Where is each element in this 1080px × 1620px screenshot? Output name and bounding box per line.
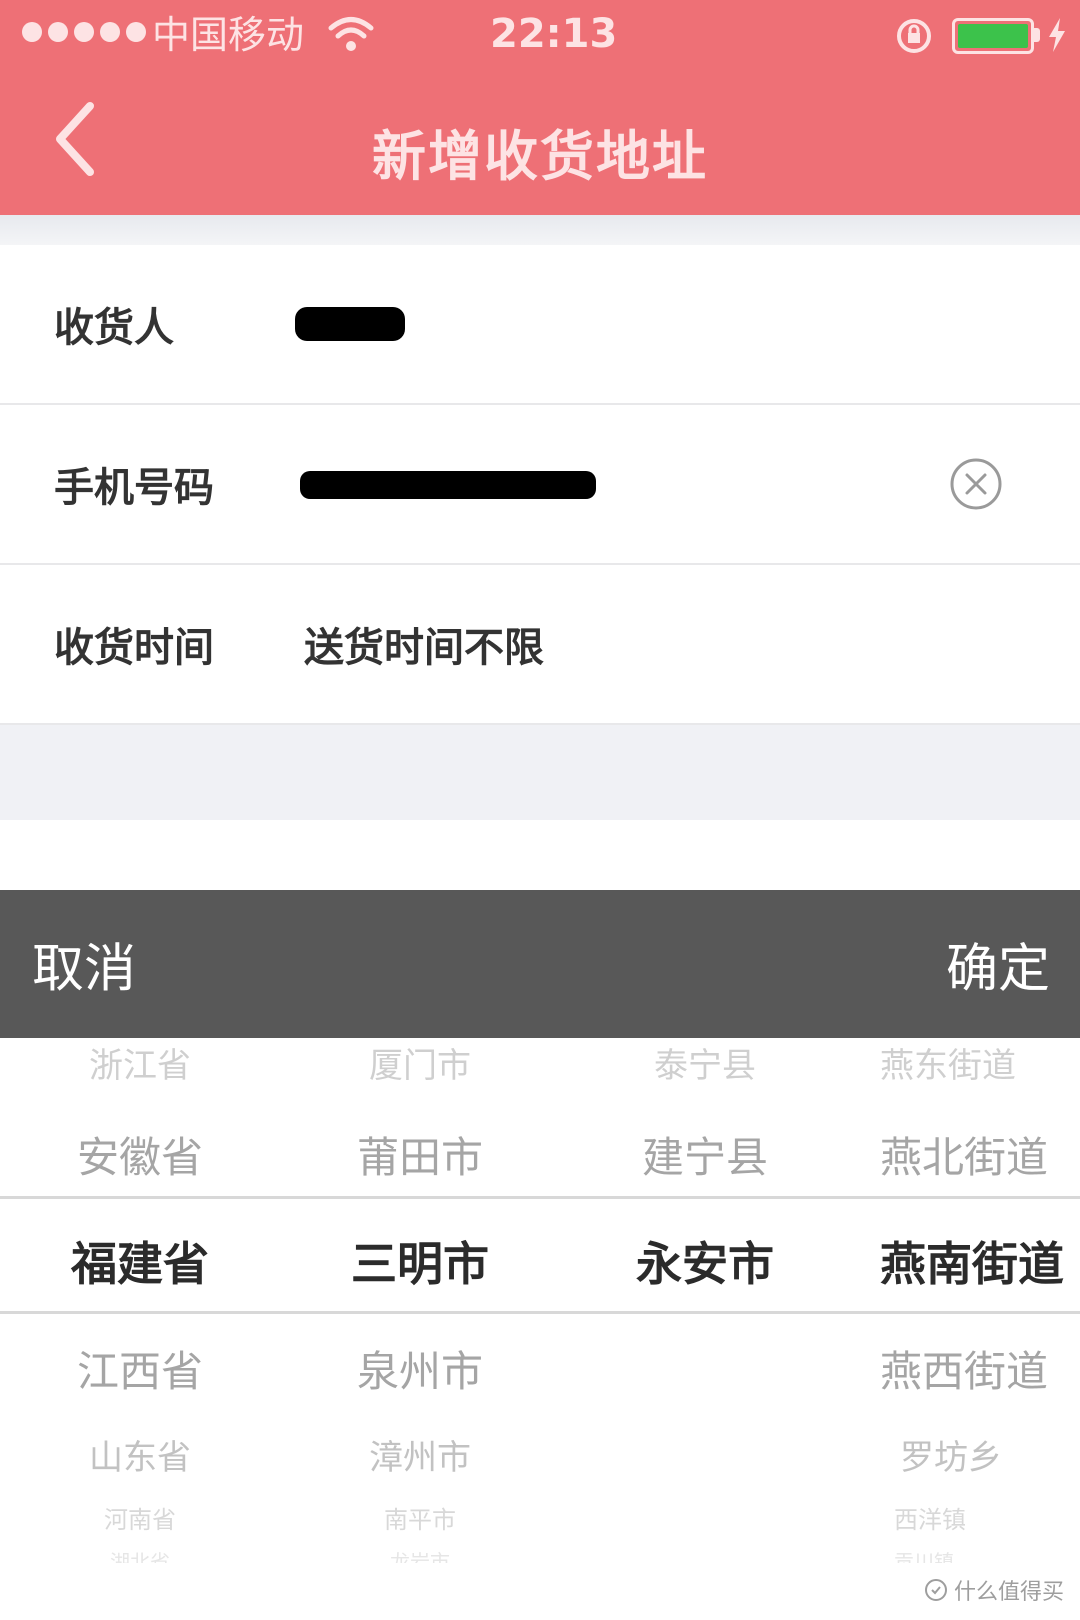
page-title: 新增收货地址 (372, 125, 708, 188)
city-option[interactable]: 漳州市 (310, 1430, 530, 1479)
battery-icon (952, 18, 1034, 54)
cancel-button[interactable]: 取消 (32, 927, 136, 1002)
province-option[interactable]: 河南省 (30, 1500, 250, 1535)
city-option[interactable]: 厦门市 (310, 1038, 530, 1087)
city-option[interactable]: 龙岩市 (310, 1546, 530, 1563)
confirm-button[interactable]: 确定 (946, 927, 1050, 1002)
charging-bolt-icon (1049, 18, 1065, 52)
province-option[interactable]: 浙江省 (30, 1038, 250, 1087)
street-option[interactable]: 西洋镇 (880, 1500, 1080, 1535)
street-option[interactable]: 贡川镇 (880, 1546, 1080, 1563)
carrier-name: 中国移动 (152, 13, 305, 57)
phone-label: 手机号码 (54, 465, 214, 511)
county-option-selected[interactable]: 永安市 (595, 1228, 815, 1294)
city-wheel[interactable]: 厦门市 莆田市 三明市 泉州市 漳州市 南平市 龙岩市 (310, 1038, 530, 1563)
street-option[interactable]: 罗坊乡 (880, 1430, 1080, 1479)
county-wheel[interactable]: 泰宁县 建宁县 永安市 (595, 1038, 815, 1563)
region-picker[interactable]: 浙江省 安徽省 福建省 江西省 山东省 河南省 湖北省 厦门市 莆田市 三明市 … (0, 1038, 1080, 1563)
phone-row[interactable]: 手机号码 (0, 405, 1080, 565)
delivery-time-row[interactable]: 收货时间 送货时间不限 (0, 565, 1080, 725)
region-row-partial[interactable] (0, 820, 1080, 890)
battery-tip (1034, 28, 1040, 42)
picker-toolbar: 取消 确定 (0, 890, 1080, 1038)
watermark-logo-icon (924, 1579, 947, 1601)
street-option[interactable]: 燕西街道 (880, 1338, 1080, 1399)
delivery-time-label: 收货时间 (54, 625, 214, 671)
rotation-lock-icon (897, 19, 931, 53)
city-option-selected[interactable]: 三明市 (310, 1228, 530, 1294)
phone-value-redacted[interactable] (300, 465, 600, 505)
street-option-selected[interactable]: 燕南街道 (880, 1228, 1080, 1294)
recipient-label: 收货人 (54, 305, 174, 351)
clear-circle-x-icon[interactable] (948, 456, 1004, 512)
delivery-time-value: 送货时间不限 (304, 625, 544, 671)
street-option[interactable]: 燕东街道 (880, 1038, 1080, 1087)
wifi-icon (328, 17, 374, 51)
street-option[interactable]: 燕北街道 (880, 1124, 1080, 1185)
watermark-text: 什么值得买 (953, 1580, 1064, 1605)
city-option[interactable]: 莆田市 (310, 1124, 530, 1185)
city-option[interactable]: 泉州市 (310, 1338, 530, 1399)
province-option[interactable]: 安徽省 (30, 1124, 250, 1185)
watermark: 什么值得买 (924, 1574, 1064, 1606)
province-option[interactable]: 江西省 (30, 1338, 250, 1399)
province-option[interactable]: 湖北省 (30, 1546, 250, 1563)
signal-strength-icon (22, 22, 146, 42)
nav-shadow (0, 215, 1080, 245)
province-option[interactable]: 山东省 (30, 1430, 250, 1479)
province-option-selected[interactable]: 福建省 (30, 1228, 250, 1294)
province-wheel[interactable]: 浙江省 安徽省 福建省 江西省 山东省 河南省 湖北省 (30, 1038, 250, 1563)
recipient-value-redacted[interactable] (295, 303, 409, 347)
recipient-row[interactable]: 收货人 (0, 245, 1080, 405)
section-gap (0, 725, 1080, 820)
county-option[interactable]: 建宁县 (595, 1124, 815, 1185)
county-option[interactable]: 泰宁县 (595, 1038, 815, 1087)
city-option[interactable]: 南平市 (310, 1500, 530, 1535)
status-time: 22:13 (490, 11, 618, 57)
street-wheel[interactable]: 燕东街道 燕北街道 燕南街道 燕西街道 罗坊乡 西洋镇 贡川镇 (880, 1038, 1080, 1563)
